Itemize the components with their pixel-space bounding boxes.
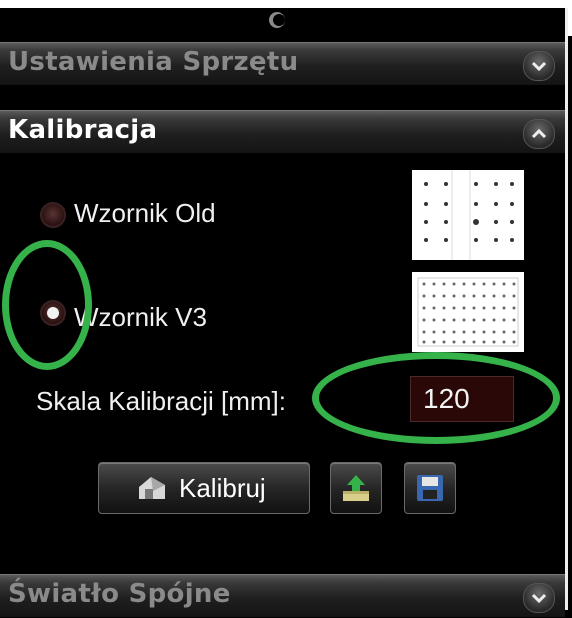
chevron-down-icon[interactable] <box>523 583 555 613</box>
collapse-grip-icon[interactable] <box>266 10 288 30</box>
chevron-down-icon[interactable] <box>523 51 555 81</box>
section-header-calibration[interactable]: Kalibracja <box>0 110 565 154</box>
scale-label: Skala Kalibracji [mm]: <box>36 386 286 416</box>
upload-button[interactable] <box>330 462 382 514</box>
section-title: Kalibracja <box>8 115 158 145</box>
pattern-old-thumbnail <box>412 170 524 260</box>
section-header-light[interactable]: Światło Spójne <box>0 574 565 618</box>
section-header-hardware[interactable]: Ustawienia Sprzętu <box>0 42 565 86</box>
save-icon <box>417 475 443 501</box>
calibrate-button[interactable]: Kalibruj <box>98 462 310 514</box>
section-title: Światło Spójne <box>8 579 231 609</box>
calibrate-button-label: Kalibruj <box>179 473 266 503</box>
save-button[interactable] <box>404 462 456 514</box>
highlight-ellipse-radio <box>2 240 92 370</box>
option-label-wzornik-old: Wzornik Old <box>74 198 216 228</box>
option-label-wzornik-v3: Wzornik V3 <box>74 302 207 332</box>
calibrate-icon <box>139 477 165 499</box>
radio-wzornik-old[interactable] <box>40 202 66 228</box>
chevron-up-icon[interactable] <box>523 119 555 149</box>
upload-icon <box>343 475 369 501</box>
pattern-v3-thumbnail <box>412 272 524 352</box>
highlight-ellipse-input <box>312 352 560 444</box>
section-title: Ustawienia Sprzętu <box>8 47 299 77</box>
